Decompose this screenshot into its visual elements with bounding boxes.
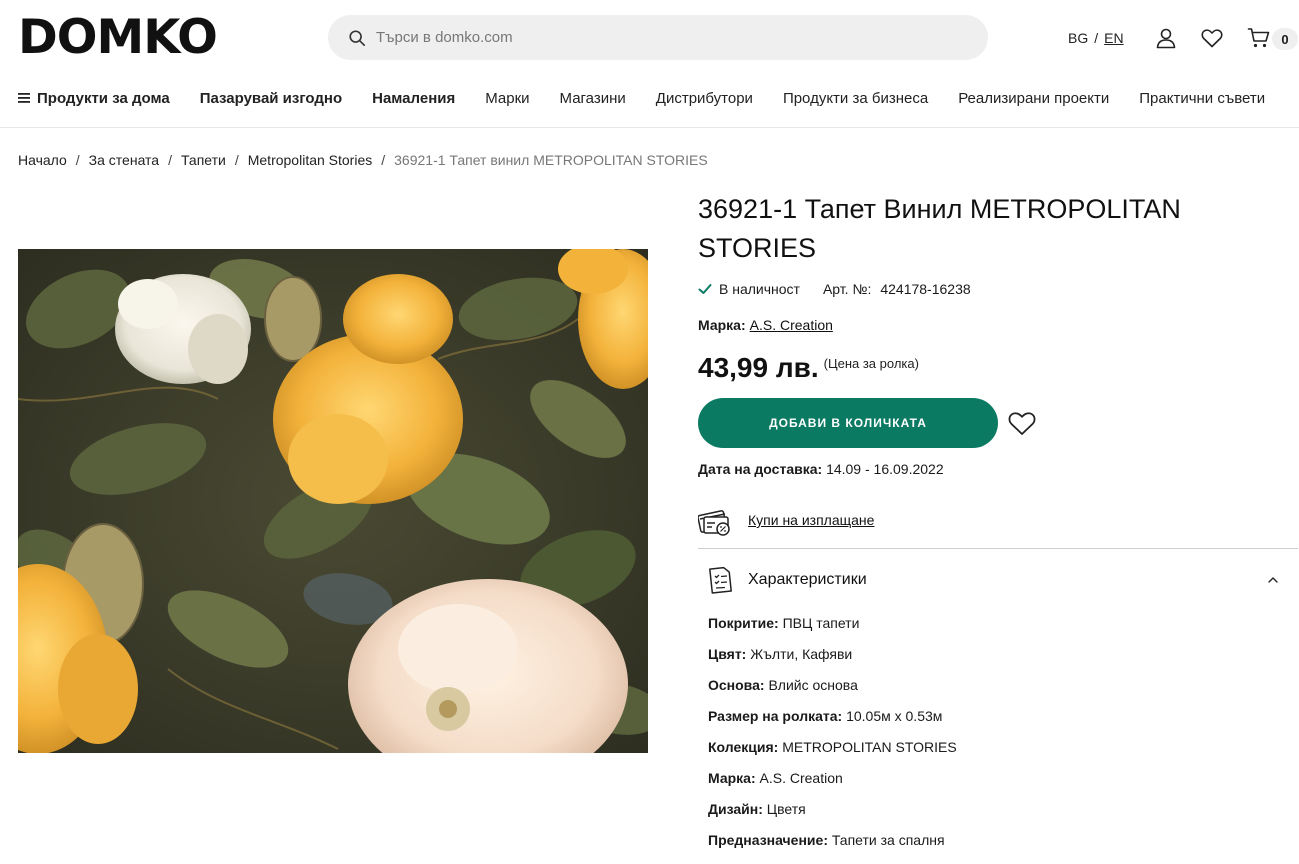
- spec-value: A.S. Creation: [759, 770, 843, 786]
- spec-key: Покритие:: [708, 615, 779, 631]
- spec-key: Основа:: [708, 677, 765, 693]
- heart-icon[interactable]: [1200, 26, 1224, 50]
- installment-link[interactable]: Купи на изплащане: [748, 512, 874, 528]
- installment-row[interactable]: Купи на изплащане: [698, 504, 874, 536]
- white-flower: [115, 274, 251, 384]
- breadcrumb-home[interactable]: Начало: [18, 152, 67, 168]
- nav-label: Продукти за дома: [37, 89, 170, 107]
- search-input[interactable]: [376, 29, 936, 46]
- search-icon[interactable]: [348, 29, 366, 47]
- stock-row: В наличност Арт. №: 424178-16238: [698, 281, 971, 297]
- add-to-cart-button[interactable]: ДОБАВИ В КОЛИЧКАТА: [698, 398, 998, 448]
- specs-title: Характеристики: [748, 571, 867, 588]
- breadcrumb-separator: /: [381, 152, 386, 168]
- spec-value: Жълти, Кафяви: [750, 646, 853, 662]
- floral-wallpaper-illustration: [18, 249, 648, 753]
- price-unit-note: (Цена за ролка): [823, 356, 919, 371]
- price-row: 43,99 лв. (Цена за ролка): [698, 352, 919, 384]
- lang-separator: /: [1094, 30, 1099, 46]
- nav-tips[interactable]: Практични съвети: [1139, 90, 1265, 107]
- lang-en[interactable]: EN: [1104, 30, 1123, 46]
- user-icon[interactable]: [1154, 26, 1178, 50]
- spec-key: Колекция:: [708, 739, 779, 755]
- domko-logo[interactable]: DOMKO: [18, 13, 218, 63]
- nav-brands[interactable]: Марки: [485, 90, 529, 107]
- spec-value: Цветя: [766, 801, 806, 817]
- spec-value: ПВЦ тапети: [782, 615, 860, 631]
- nav-business-products[interactable]: Продукти за бизнеса: [783, 90, 928, 107]
- site-header: DOMKO BG / EN 0 Продукти за дома Пазарувай…: [0, 0, 1299, 128]
- brand-link[interactable]: A.S. Creation: [750, 317, 833, 333]
- breadcrumb-wall[interactable]: За стената: [89, 152, 159, 168]
- nav-sales[interactable]: Намаления: [372, 90, 455, 107]
- spec-key: Дизайн:: [708, 801, 763, 817]
- nav-shop-deals[interactable]: Пазарувай изгодно: [200, 90, 342, 107]
- nav-stores[interactable]: Магазини: [560, 90, 626, 107]
- spec-row: Марка: A.S. Creation: [708, 769, 957, 800]
- article-number: 424178-16238: [880, 281, 971, 297]
- spec-row: Покритие: ПВЦ тапети: [708, 614, 957, 645]
- breadcrumb-separator: /: [168, 152, 172, 168]
- delivery-label: Дата на доставка:: [698, 461, 823, 477]
- breadcrumb-separator: /: [234, 152, 239, 168]
- main-nav: Продукти за дома Пазарувай изгодно Намал…: [18, 88, 1295, 108]
- lang-bg[interactable]: BG: [1068, 30, 1088, 46]
- spec-value: METROPOLITAN STORIES: [782, 739, 957, 755]
- spec-key: Предназначение:: [708, 832, 828, 848]
- specs-doc-icon: [709, 566, 732, 594]
- spec-row: Размер на ролката: 10.05м х 0.53м: [708, 707, 957, 738]
- language-switcher: BG / EN: [1068, 30, 1124, 46]
- spec-row: Основа: Влийс основа: [708, 676, 957, 707]
- spec-key: Цвят:: [708, 646, 747, 662]
- menu-icon[interactable]: [18, 92, 30, 103]
- spec-row: Дизайн: Цветя: [708, 800, 957, 831]
- spec-key: Размер на ролката:: [708, 708, 843, 724]
- search-bar[interactable]: [328, 15, 988, 60]
- check-icon: [698, 284, 712, 294]
- cart-count-badge[interactable]: 0: [1272, 28, 1298, 50]
- product-image[interactable]: [18, 249, 648, 753]
- spec-value: 10.05м х 0.53м: [846, 708, 943, 724]
- breadcrumb-collection[interactable]: Metropolitan Stories: [248, 152, 373, 168]
- breadcrumb-current: 36921-1 Тапет винил METROPOLITAN STORIES: [394, 152, 708, 168]
- brand-row: Марка: A.S. Creation: [698, 317, 833, 333]
- spec-row: Предназначение: Тапети за спалня: [708, 831, 957, 862]
- specs-list: Покритие: ПВЦ тапети Цвят: Жълти, Кафяви…: [708, 614, 957, 862]
- spec-row: Цвят: Жълти, Кафяви: [708, 645, 957, 676]
- chevron-up-icon[interactable]: [1266, 573, 1280, 587]
- spec-key: Марка:: [708, 770, 756, 786]
- stock-status: В наличност: [719, 281, 800, 297]
- product-price: 43,99 лв.: [698, 352, 819, 383]
- wishlist-heart-icon[interactable]: [1007, 408, 1037, 438]
- article-label: Арт. №:: [822, 281, 872, 297]
- specs-accordion-header[interactable]: Характеристики: [706, 563, 1280, 597]
- card-icon: [698, 510, 730, 536]
- breadcrumb-separator: /: [75, 152, 80, 168]
- nav-products-home[interactable]: Продукти за дома: [18, 90, 170, 107]
- nav-distributors[interactable]: Дистрибутори: [656, 90, 753, 107]
- breadcrumb-wallpapers[interactable]: Тапети: [181, 152, 226, 168]
- spec-row: Колекция: METROPOLITAN STORIES: [708, 738, 957, 769]
- nav-projects[interactable]: Реализирани проекти: [958, 90, 1109, 107]
- spec-value: Тапети за спалня: [831, 832, 945, 848]
- delivery-dates: 14.09 - 16.09.2022: [826, 461, 944, 477]
- product-title: 36921-1 Тапет Винил METROPOLITAN STORIES: [698, 194, 1181, 263]
- divider: [698, 548, 1298, 549]
- delivery-info: Дата на доставка: 14.09 - 16.09.2022: [698, 461, 944, 477]
- breadcrumb: Начало / За стената / Тапети / Metropolitan St…: [18, 152, 708, 168]
- cart-icon[interactable]: [1247, 26, 1271, 50]
- spec-value: Влийс основа: [768, 677, 858, 693]
- brand-label: Марка:: [698, 317, 746, 333]
